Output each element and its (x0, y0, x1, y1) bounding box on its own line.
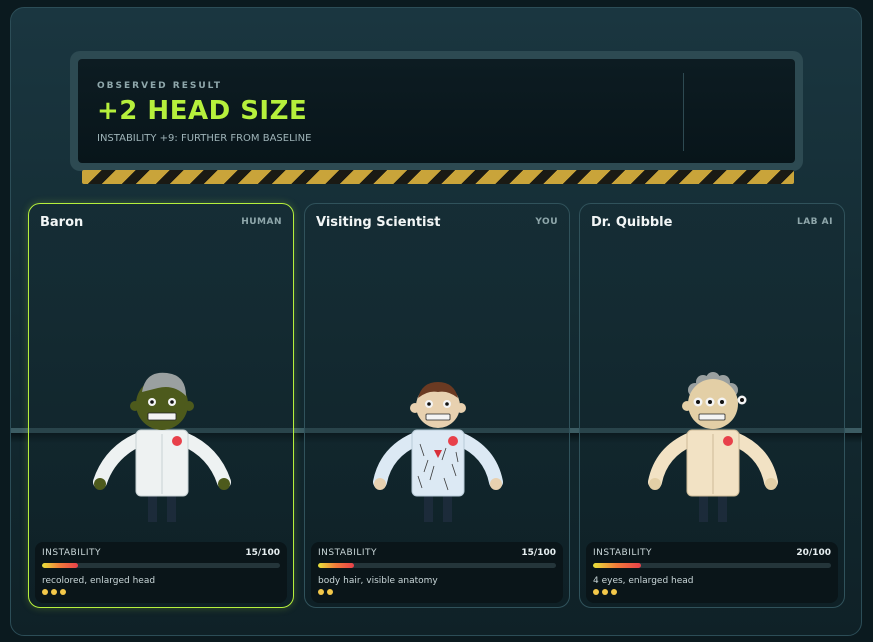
hazard-stripe (82, 170, 794, 184)
character-name: Visiting Scientist (316, 215, 441, 230)
left-ear (130, 401, 140, 411)
right-hand (218, 478, 230, 490)
character-role: LAB AI (796, 217, 833, 227)
right-arm (728, 432, 778, 489)
character-card-visiting-scientist[interactable]: Visiting Scientist YOU INSTABILITY 15/10… (304, 203, 570, 608)
pip-dot (327, 589, 333, 595)
character-role: YOU (535, 217, 558, 227)
observed-result-screen: OBSERVED RESULT +2 HEAD SIZE INSTABILITY… (78, 59, 795, 163)
instability-label: INSTABILITY (318, 548, 378, 558)
character-name: Dr. Quibble (591, 215, 673, 230)
instability-bar (42, 563, 280, 568)
right-hand (490, 478, 502, 490)
instability-label: INSTABILITY (593, 548, 653, 558)
pip-row (593, 589, 617, 595)
pip-dot (611, 589, 617, 595)
character-figure (373, 382, 503, 522)
observed-result-panel: OBSERVED RESULT +2 HEAD SIZE INSTABILITY… (70, 51, 803, 171)
right-arm (453, 432, 503, 489)
instability-panel: INSTABILITY 15/100 recolored, enlarged h… (35, 542, 287, 603)
left-ear (410, 403, 420, 413)
pip-dot (318, 589, 324, 595)
teeth-grin (425, 413, 451, 421)
observed-result-value: +2 HEAD SIZE (97, 96, 308, 126)
pip-dot (593, 589, 599, 595)
character-figure (648, 372, 778, 522)
pip-row (318, 589, 333, 595)
instability-panel: INSTABILITY 15/100 body hair, visible an… (311, 542, 563, 603)
observed-result-subtext: INSTABILITY +9: FURTHER FROM BASELINE (97, 133, 312, 144)
observed-result-label: OBSERVED RESULT (97, 81, 223, 91)
left-arm (93, 432, 147, 489)
right-arm (177, 432, 231, 489)
pip-dot (60, 589, 66, 595)
character-card-baron[interactable]: Baron HUMAN INSTABILITY 15/100 recolored… (28, 203, 294, 608)
left-pupil (150, 400, 154, 404)
instability-value: 15/100 (245, 548, 280, 558)
banner-divider (683, 73, 684, 151)
trait-list: recolored, enlarged head (42, 576, 156, 586)
character-role: HUMAN (241, 217, 282, 227)
character-card-dr-quibble[interactable]: Dr. Quibble LAB AI INSTABILITY 20/100 4 … (579, 203, 845, 608)
left-arm (373, 432, 423, 489)
left-pupil (427, 402, 431, 406)
character-figure (93, 372, 231, 522)
coat-badge (448, 436, 458, 446)
left-ear (682, 401, 692, 411)
trait-list: body hair, visible anatomy (318, 576, 438, 586)
right-ear (456, 403, 466, 413)
instability-panel: INSTABILITY 20/100 4 eyes, enlarged head (586, 542, 838, 603)
right-ear (184, 401, 194, 411)
character-name: Baron (40, 215, 84, 230)
right-hand (765, 478, 777, 490)
pip-row (42, 589, 66, 595)
left-hand (649, 478, 661, 490)
instability-bar-fill (593, 563, 641, 568)
instability-value: 20/100 (796, 548, 831, 558)
instability-bar (318, 563, 556, 568)
teeth-grin (147, 412, 177, 421)
right-pupil (170, 400, 174, 404)
left-arm (648, 432, 698, 489)
instability-bar-fill (42, 563, 78, 568)
coat-badge (723, 436, 733, 446)
pip-dot (51, 589, 57, 595)
pip-dot (42, 589, 48, 595)
teeth-grin (698, 413, 726, 421)
instability-bar (593, 563, 831, 568)
trait-list: 4 eyes, enlarged head (593, 576, 694, 586)
left-hand (374, 478, 386, 490)
instability-label: INSTABILITY (42, 548, 102, 558)
coat-badge (172, 436, 182, 446)
instability-bar-fill (318, 563, 354, 568)
right-pupil (445, 402, 449, 406)
instability-value: 15/100 (521, 548, 556, 558)
left-hand (94, 478, 106, 490)
pip-dot (602, 589, 608, 595)
